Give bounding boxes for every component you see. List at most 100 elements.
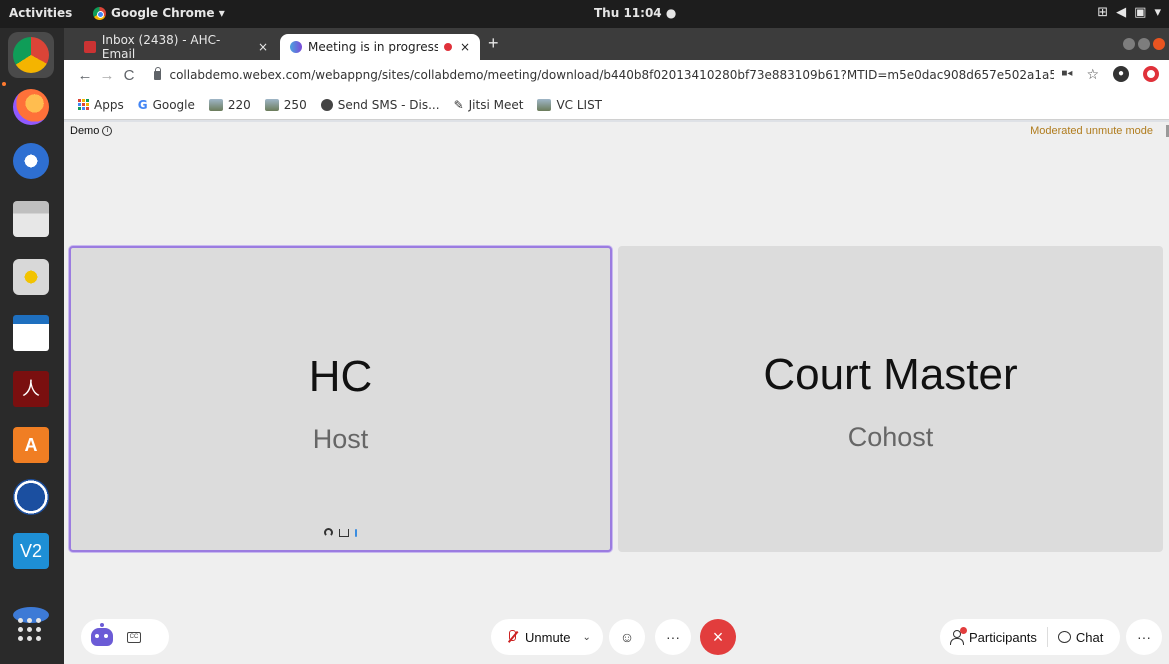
emoji-icon: ☺ bbox=[619, 629, 635, 645]
tab-inbox[interactable]: Inbox (2438) - AHC-Email × bbox=[74, 33, 278, 61]
bookmark-jitsi[interactable]: ✎ Jitsi Meet bbox=[454, 98, 524, 112]
app-menu-label: Google Chrome ▾ bbox=[111, 6, 225, 20]
show-applications-icon[interactable] bbox=[18, 618, 41, 641]
right-controls: Participants Chat bbox=[940, 619, 1120, 655]
leave-meeting-button[interactable]: × bbox=[700, 619, 736, 655]
close-icon: × bbox=[712, 626, 724, 647]
profile-avatar-icon[interactable]: ● bbox=[1113, 66, 1129, 82]
forward-arrow-icon[interactable]: → bbox=[96, 67, 118, 84]
dock-writer-icon[interactable] bbox=[8, 310, 54, 356]
panel-more-button[interactable]: ··· bbox=[1126, 619, 1162, 655]
more-icon: ··· bbox=[1137, 629, 1151, 645]
share-icon bbox=[339, 528, 349, 537]
app-menu[interactable]: Google Chrome ▾ bbox=[93, 6, 225, 20]
dock-chrome-icon[interactable] bbox=[8, 32, 54, 78]
bookmark-250[interactable]: 250 bbox=[264, 97, 307, 112]
toolbar-right: ■◂ ☆ ● bbox=[1061, 66, 1159, 83]
image-favicon-icon bbox=[537, 98, 552, 111]
bookmark-label: Apps bbox=[94, 97, 124, 112]
minimize-icon[interactable] bbox=[1123, 38, 1135, 50]
dock-vnc-icon[interactable]: V2 bbox=[8, 528, 54, 574]
tile-status-icons bbox=[71, 528, 610, 537]
window-controls bbox=[1123, 38, 1165, 50]
tab-close-icon[interactable]: × bbox=[258, 40, 268, 54]
audio-level-icon bbox=[355, 528, 357, 537]
chrome-window: Inbox (2438) - AHC-Email × Meeting is in… bbox=[64, 28, 1169, 122]
participant-name: Court Master bbox=[763, 350, 1018, 399]
chrome-icon bbox=[93, 6, 106, 20]
dock-thunderbird-icon[interactable] bbox=[8, 138, 54, 184]
mail-favicon-icon bbox=[84, 41, 96, 53]
dock-rhythmbox-icon[interactable] bbox=[8, 254, 54, 300]
closed-captions-icon[interactable]: CC bbox=[127, 631, 141, 643]
bookmark-label: Send SMS - Dis... bbox=[337, 97, 440, 112]
participant-tile-hc[interactable]: HC Host bbox=[69, 246, 612, 552]
camera-icon[interactable]: ■◂ bbox=[1061, 66, 1072, 83]
unmute-button[interactable]: Unmute ⌄ bbox=[491, 619, 603, 655]
power-menu-icon: ▾ bbox=[1154, 5, 1161, 20]
bookmark-apps[interactable]: Apps bbox=[78, 98, 124, 112]
left-controls: CC bbox=[81, 619, 169, 655]
bookmark-label: Google bbox=[152, 97, 195, 112]
window-close-icon[interactable] bbox=[1153, 38, 1165, 50]
system-tray[interactable]: ⊞ ◀︎ ▣ ▾ bbox=[1097, 5, 1161, 20]
activities-button[interactable]: Activities bbox=[9, 6, 72, 20]
participants-label: Participants bbox=[969, 629, 1037, 645]
bookmark-label: 250 bbox=[283, 97, 307, 112]
moderated-unmute-mode-label: Moderated unmute mode bbox=[1030, 125, 1153, 137]
network-icon: ⊞ bbox=[1097, 5, 1109, 20]
bookmark-label: 220 bbox=[227, 97, 251, 112]
new-tab-button[interactable]: + bbox=[488, 33, 499, 54]
maximize-icon[interactable] bbox=[1138, 38, 1150, 50]
dock-software-icon[interactable]: A bbox=[8, 422, 54, 468]
dock-anydesk-icon[interactable] bbox=[8, 474, 54, 520]
bookmark-220[interactable]: 220 bbox=[208, 97, 251, 112]
recording-indicator-icon bbox=[444, 43, 452, 51]
bookmark-star-icon[interactable]: ☆ bbox=[1086, 66, 1099, 83]
back-arrow-icon[interactable]: ← bbox=[74, 67, 96, 84]
image-favicon-icon bbox=[264, 98, 279, 111]
meeting-title[interactable]: Demo i bbox=[70, 125, 113, 137]
chat-bubble-icon bbox=[1057, 631, 1071, 643]
notification-dot bbox=[960, 626, 967, 634]
browser-toolbar: ← → C collabdemo.webex.com/webappng/site… bbox=[64, 60, 1169, 90]
reactions-button[interactable]: ☺ bbox=[609, 619, 645, 655]
lock-icon bbox=[154, 66, 162, 80]
extension-icon[interactable] bbox=[1143, 66, 1159, 82]
bookmark-google[interactable]: G Google bbox=[138, 98, 195, 112]
apps-grid-icon bbox=[78, 99, 89, 110]
bookmark-vc-list[interactable]: VC LIST bbox=[537, 98, 602, 112]
participant-name: HC bbox=[308, 352, 373, 401]
battery-icon: ▣ bbox=[1134, 5, 1147, 20]
info-icon[interactable]: i bbox=[102, 126, 113, 136]
tab-close-icon[interactable]: × bbox=[460, 40, 470, 54]
dock-firefox-icon[interactable] bbox=[8, 84, 54, 130]
mic-muted-icon bbox=[505, 629, 519, 645]
ubuntu-dock: 人 A V2 bbox=[0, 28, 64, 664]
url-text: collabdemo.webex.com/webappng/sites/coll… bbox=[169, 68, 1054, 82]
more-options-button[interactable]: ··· bbox=[655, 619, 691, 655]
bookmarks-bar: Apps G Google 220 250 Send SMS - Dis... … bbox=[64, 90, 1169, 120]
tab-meeting[interactable]: Meeting is in progress × bbox=[280, 34, 480, 60]
bookmark-label: Jitsi Meet bbox=[468, 97, 524, 112]
unmute-label: Unmute bbox=[525, 629, 571, 645]
clock[interactable]: Thu 11:04 ● bbox=[594, 6, 676, 20]
participant-tile-court-master[interactable]: Court Master Cohost bbox=[618, 246, 1163, 552]
assistant-bot-icon[interactable] bbox=[91, 623, 113, 646]
dock-acrobat-icon[interactable]: 人 bbox=[8, 366, 54, 412]
chat-button[interactable]: Chat bbox=[1057, 629, 1104, 645]
participants-button[interactable]: Participants bbox=[950, 626, 1037, 645]
address-bar[interactable]: collabdemo.webex.com/webappng/sites/coll… bbox=[154, 63, 1054, 87]
chevron-down-icon[interactable]: ⌄ bbox=[583, 632, 591, 643]
divider bbox=[1046, 627, 1048, 647]
chat-label: Chat bbox=[1075, 629, 1104, 645]
reload-icon[interactable]: C bbox=[118, 67, 140, 84]
webex-favicon-icon bbox=[290, 41, 302, 53]
tab-strip: Inbox (2438) - AHC-Email × Meeting is in… bbox=[64, 28, 1169, 61]
audio-icon bbox=[324, 528, 333, 537]
bookmark-send-sms[interactable]: Send SMS - Dis... bbox=[320, 97, 440, 112]
meeting-title-text: Demo bbox=[70, 125, 100, 137]
dock-files-icon[interactable] bbox=[8, 196, 54, 242]
tab-title: Inbox (2438) - AHC-Email bbox=[101, 33, 221, 61]
webex-meeting-page: Demo i Moderated unmute mode HC Host Cou… bbox=[64, 122, 1169, 664]
